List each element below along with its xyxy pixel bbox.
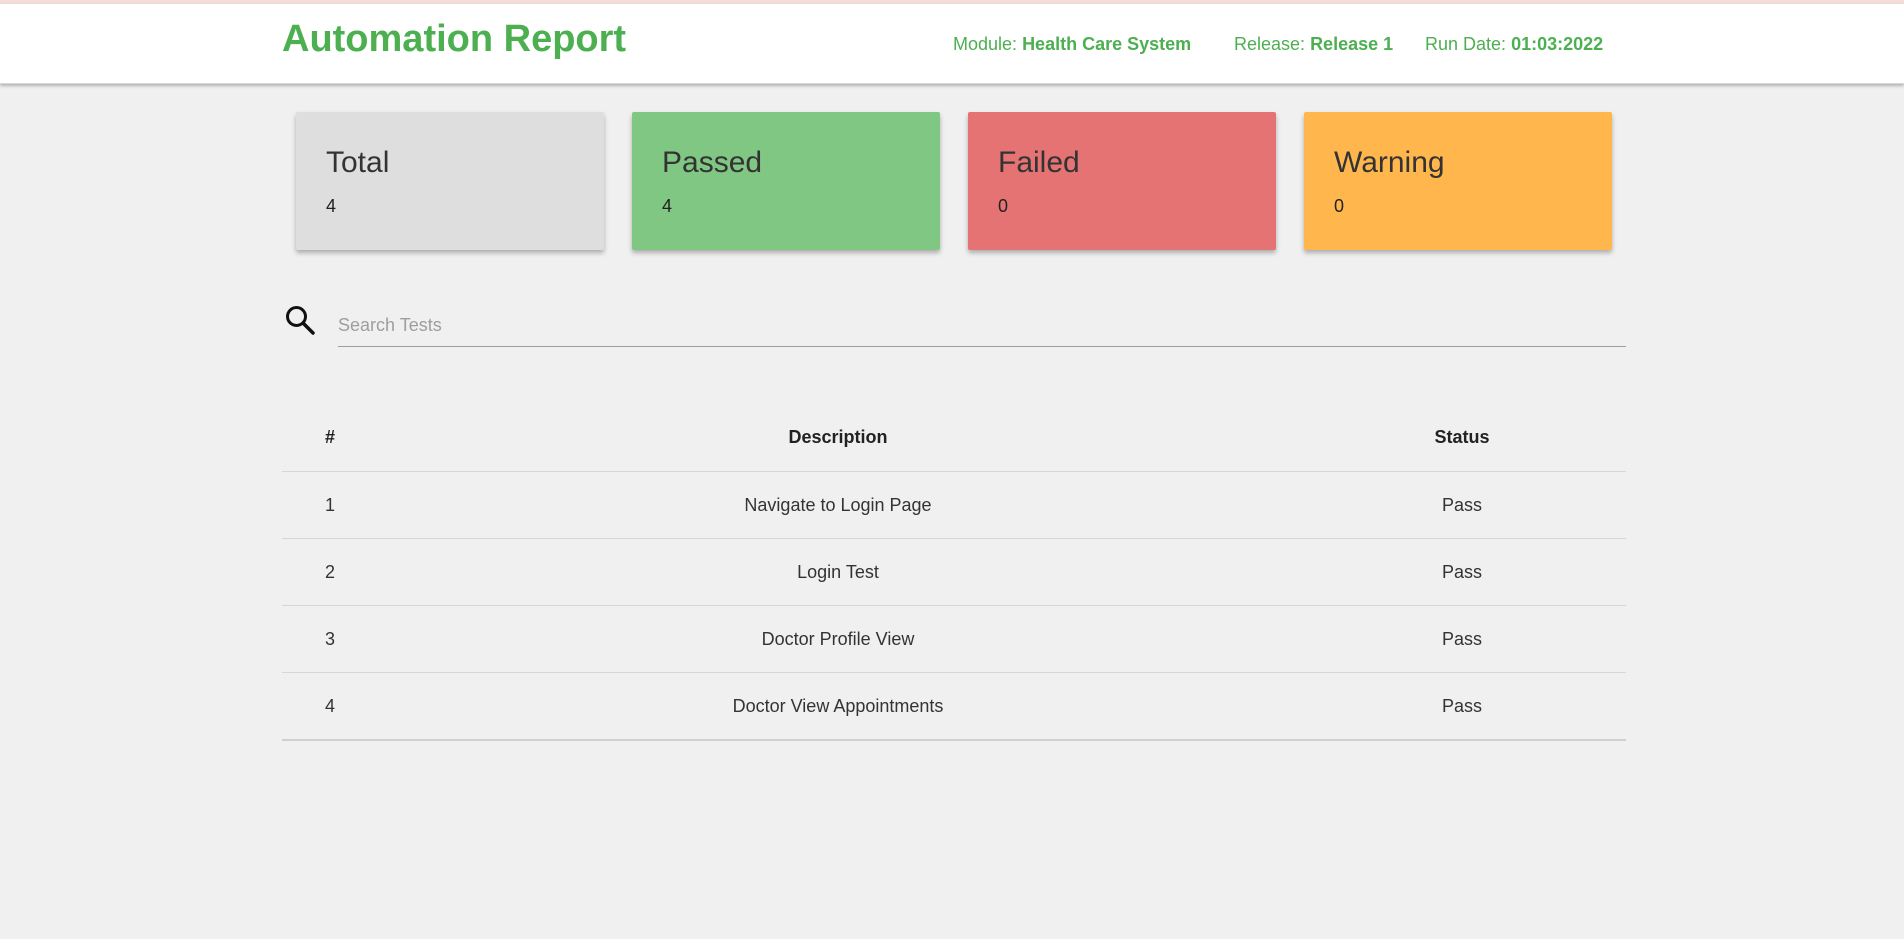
report-header: Automation Report Module: Health Care Sy… [0, 4, 1904, 84]
total-card-title: Total [326, 146, 390, 179]
run-date-info: Run Date: 01:03:2022 [1425, 34, 1603, 55]
row-number: 1 [282, 471, 378, 539]
module-info: Module: Health Care System [953, 34, 1191, 55]
summary-card-passed: Passed 4 [632, 112, 940, 250]
failed-card-title: Failed [998, 146, 1080, 179]
release-info: Release: Release 1 [1234, 34, 1393, 55]
row-status: Pass [1298, 605, 1626, 673]
warning-card-count: 0 [1334, 196, 1345, 216]
table-row[interactable]: 4 Doctor View Appointments Pass [282, 672, 1626, 741]
table-row[interactable]: 1 Navigate to Login Page Pass [282, 471, 1626, 539]
row-number: 4 [282, 672, 378, 741]
table-header-row: # Description Status [282, 404, 1626, 472]
row-status: Pass [1298, 538, 1626, 606]
release-value: Release 1 [1310, 34, 1394, 54]
warning-card-title: Warning [1334, 146, 1445, 179]
row-description: Navigate to Login Page [378, 471, 1298, 539]
row-status: Pass [1298, 471, 1626, 539]
summary-card-warning: Warning 0 [1304, 112, 1612, 250]
row-number: 2 [282, 538, 378, 606]
summary-card-failed: Failed 0 [968, 112, 1276, 250]
column-header-status[interactable]: Status [1298, 404, 1626, 472]
run-date-label: Run Date: [1425, 34, 1507, 54]
row-number: 3 [282, 605, 378, 673]
passed-card-title: Passed [662, 146, 763, 179]
page-title: Automation Report [282, 18, 627, 60]
total-card-count: 4 [326, 196, 337, 216]
table-row[interactable]: 2 Login Test Pass [282, 538, 1626, 606]
column-header-description[interactable]: Description [378, 404, 1298, 472]
table-row[interactable]: 3 Doctor Profile View Pass [282, 605, 1626, 673]
run-date-value: 01:03:2022 [1511, 34, 1604, 54]
module-label: Module: [953, 34, 1018, 54]
module-value: Health Care System [1022, 34, 1192, 54]
search-icon [286, 306, 315, 335]
column-header-number[interactable]: # [282, 404, 378, 472]
summary-card-total: Total 4 [296, 112, 604, 250]
row-status: Pass [1298, 672, 1626, 741]
row-description: Login Test [378, 538, 1298, 606]
passed-card-count: 4 [662, 196, 673, 216]
failed-card-count: 0 [998, 196, 1009, 216]
search-input[interactable] [338, 304, 1626, 347]
release-label: Release: [1234, 34, 1306, 54]
row-description: Doctor Profile View [378, 605, 1298, 673]
results-table: # Description Status 1 Navigate to Login… [282, 404, 1626, 741]
row-description: Doctor View Appointments [378, 672, 1298, 741]
